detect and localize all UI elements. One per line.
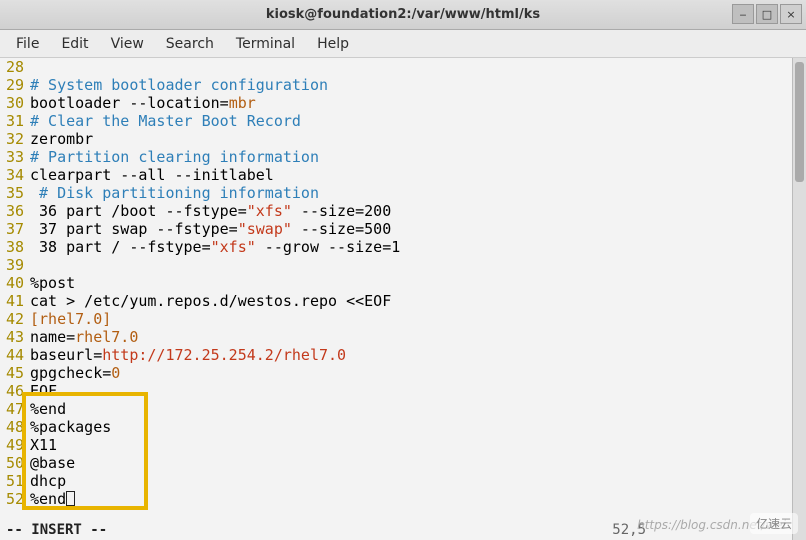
code-line: 31# Clear the Master Boot Record — [0, 112, 806, 130]
menu-view[interactable]: View — [103, 32, 152, 56]
code-line: 36 36 part /boot --fstype="xfs" --size=2… — [0, 202, 806, 220]
code-content: X11 — [30, 436, 806, 454]
line-number: 38 — [0, 238, 30, 256]
line-number: 42 — [0, 310, 30, 328]
line-number: 37 — [0, 220, 30, 238]
code-line: 41cat > /etc/yum.repos.d/westos.repo <<E… — [0, 292, 806, 310]
code-line: 47%end — [0, 400, 806, 418]
minimize-button[interactable]: ‒ — [732, 4, 754, 24]
line-number: 40 — [0, 274, 30, 292]
line-number: 30 — [0, 94, 30, 112]
menu-help[interactable]: Help — [309, 32, 357, 56]
code-content: # System bootloader configuration — [30, 76, 806, 94]
line-number: 45 — [0, 364, 30, 382]
code-line: 32zerombr — [0, 130, 806, 148]
code-content — [30, 256, 806, 274]
code-content: 36 part /boot --fstype="xfs" --size=200 — [30, 202, 806, 220]
line-number: 34 — [0, 166, 30, 184]
code-line: 39 — [0, 256, 806, 274]
line-number: 44 — [0, 346, 30, 364]
code-line: 52%end — [0, 490, 806, 508]
line-number: 48 — [0, 418, 30, 436]
window-controls: ‒ □ × — [732, 4, 802, 24]
code-line: 48%packages — [0, 418, 806, 436]
line-number: 31 — [0, 112, 30, 130]
code-content: # Clear the Master Boot Record — [30, 112, 806, 130]
line-number: 46 — [0, 382, 30, 400]
code-content: # Partition clearing information — [30, 148, 806, 166]
code-content: %end — [30, 490, 806, 508]
code-content: zerombr — [30, 130, 806, 148]
terminal-editor[interactable]: 2829# System bootloader configuration30b… — [0, 58, 806, 540]
code-content: dhcp — [30, 472, 806, 490]
code-content: cat > /etc/yum.repos.d/westos.repo <<EOF — [30, 292, 806, 310]
code-line: 37 37 part swap --fstype="swap" --size=5… — [0, 220, 806, 238]
line-number: 51 — [0, 472, 30, 490]
menubar: File Edit View Search Terminal Help — [0, 30, 806, 58]
line-number: 33 — [0, 148, 30, 166]
code-content: name=rhel7.0 — [30, 328, 806, 346]
code-line: 49X11 — [0, 436, 806, 454]
window-titlebar: kiosk@foundation2:/var/www/html/ks ‒ □ × — [0, 0, 806, 30]
line-number: 28 — [0, 58, 30, 76]
code-content: bootloader --location=mbr — [30, 94, 806, 112]
code-line: 29# System bootloader configuration — [0, 76, 806, 94]
code-line: 46EOF — [0, 382, 806, 400]
code-content: baseurl=http://172.25.254.2/rhel7.0 — [30, 346, 806, 364]
code-content: gpgcheck=0 — [30, 364, 806, 382]
vim-mode-indicator: -- INSERT -- — [6, 521, 107, 539]
line-number: 29 — [0, 76, 30, 94]
line-number: 52 — [0, 490, 30, 508]
code-line: 44baseurl=http://172.25.254.2/rhel7.0 — [0, 346, 806, 364]
code-content — [30, 58, 806, 76]
text-cursor — [66, 491, 75, 506]
code-content: %packages — [30, 418, 806, 436]
code-line: 51dhcp — [0, 472, 806, 490]
code-content: 37 part swap --fstype="swap" --size=500 — [30, 220, 806, 238]
line-number: 43 — [0, 328, 30, 346]
line-number: 36 — [0, 202, 30, 220]
code-line: 50@base — [0, 454, 806, 472]
code-line: 45gpgcheck=0 — [0, 364, 806, 382]
line-number: 39 — [0, 256, 30, 274]
scrollbar-vertical[interactable] — [792, 58, 806, 540]
menu-file[interactable]: File — [8, 32, 47, 56]
menu-search[interactable]: Search — [158, 32, 222, 56]
window-title: kiosk@foundation2:/var/www/html/ks — [266, 7, 540, 22]
code-content: @base — [30, 454, 806, 472]
close-button[interactable]: × — [780, 4, 802, 24]
menu-terminal[interactable]: Terminal — [228, 32, 303, 56]
line-number: 41 — [0, 292, 30, 310]
code-line: 42[rhel7.0] — [0, 310, 806, 328]
code-content: clearpart --all --initlabel — [30, 166, 806, 184]
code-line: 33# Partition clearing information — [0, 148, 806, 166]
code-content: 38 part / --fstype="xfs" --grow --size=1 — [30, 238, 806, 256]
code-line: 38 38 part / --fstype="xfs" --grow --siz… — [0, 238, 806, 256]
code-content: # Disk partitioning information — [30, 184, 806, 202]
code-line: 28 — [0, 58, 806, 76]
site-logo: 亿速云 — [750, 513, 798, 534]
code-content: EOF — [30, 382, 806, 400]
menu-edit[interactable]: Edit — [53, 32, 96, 56]
line-number: 47 — [0, 400, 30, 418]
code-line: 30bootloader --location=mbr — [0, 94, 806, 112]
line-number: 49 — [0, 436, 30, 454]
line-number: 50 — [0, 454, 30, 472]
code-content: [rhel7.0] — [30, 310, 806, 328]
scrollbar-thumb[interactable] — [795, 62, 804, 182]
code-line: 40%post — [0, 274, 806, 292]
code-content: %end — [30, 400, 806, 418]
code-content: %post — [30, 274, 806, 292]
code-line: 35 # Disk partitioning information — [0, 184, 806, 202]
line-number: 32 — [0, 130, 30, 148]
maximize-button[interactable]: □ — [756, 4, 778, 24]
line-number: 35 — [0, 184, 30, 202]
code-line: 34clearpart --all --initlabel — [0, 166, 806, 184]
code-line: 43name=rhel7.0 — [0, 328, 806, 346]
